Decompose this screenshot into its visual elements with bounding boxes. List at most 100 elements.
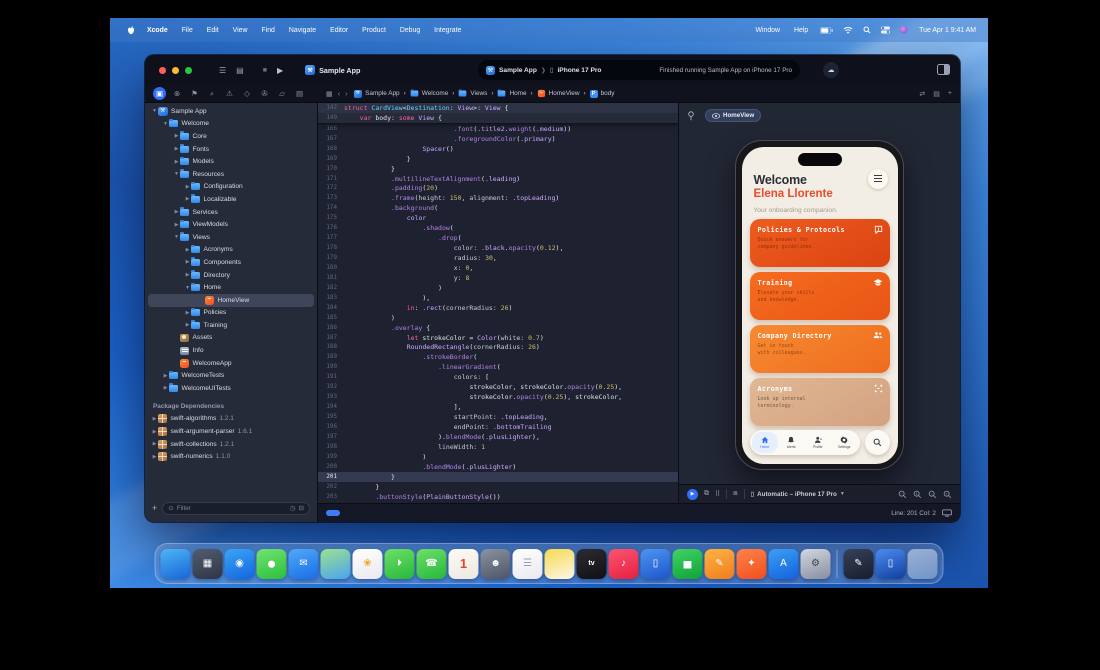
zoom-window-button[interactable] [185,66,192,74]
filter-input[interactable] [176,504,287,512]
related-items-icon[interactable]: ▦ [326,90,333,98]
preview-device-selector[interactable]: ▯ Automatic – iPhone 17 Pro ▼ [751,491,845,498]
tree-item-homeview[interactable]: ~ HomeView [148,293,314,307]
code-line-182[interactable]: 182) [318,283,678,293]
tree-item-home[interactable]: ▼ Home [145,281,317,294]
tab-item-home[interactable]: Home [751,431,778,453]
breadcrumb-item-body[interactable]: Pbody [589,89,614,98]
code-line-178[interactable]: 178 color: .black.opacity(0.12), [318,243,678,253]
recent-files-icon[interactable]: ◷ [290,504,296,512]
menu-item-file[interactable]: File [175,27,200,34]
add-file-button[interactable]: + [152,503,157,513]
code-line-194[interactable]: 194], [318,402,678,412]
scheme-selector[interactable]: ⚒ Sample App ❯ ▯ iPhone 17 Pro Finished … [478,60,800,80]
disclosure-closed-icon[interactable]: ▶ [151,416,158,422]
disclosure-closed-icon[interactable]: ▶ [173,209,180,215]
disclosure-closed-icon[interactable]: ▶ [184,272,191,278]
code-line-200[interactable]: 200 .blendMode(.plusLighter) [318,462,678,472]
variants-icon[interactable]: ⠿ [715,490,720,498]
search-tab-button[interactable] [864,429,890,455]
code-line-186[interactable]: 186 .overlay { [318,323,678,333]
dock-icon-app-store[interactable]: A [768,548,799,579]
breadcrumb-item-welcome[interactable]: Welcome [410,89,448,97]
disclosure-closed-icon[interactable]: ▶ [184,322,191,328]
disclosure-open-icon[interactable]: ▼ [151,108,158,114]
tree-item-views[interactable]: ▼ Views [145,231,317,244]
code-line-202[interactable]: 202} [318,482,678,492]
tree-item-acronyms[interactable]: ▶ Acronyms [145,244,317,257]
tree-item-models[interactable]: ▶ Models [145,155,317,168]
menu-item-find[interactable]: Find [254,27,281,34]
tree-item-sample-app[interactable]: ▼ ⚒ Sample App [145,105,317,118]
home-card-training[interactable]: Training Elevate your skills and knowledg… [749,271,890,320]
navigator-tab-tests[interactable]: ◇ [241,87,254,100]
breadcrumb-item-sample-app[interactable]: ⚒ Sample App [353,89,400,99]
dock-icon-calendar[interactable]: 1 [448,548,479,579]
device-settings-icon[interactable]: ⧈ [733,490,737,498]
dock-icon-tv[interactable]: tv [576,548,607,579]
dock-icon-notes[interactable] [544,548,575,579]
tab-item-alerts[interactable]: Alerts [778,432,805,453]
navigator-tab-find[interactable]: ⌕ [206,87,219,100]
tree-item-training[interactable]: ▶ Training [145,319,317,332]
dock-icon-contacts[interactable]: ☻ [480,548,511,579]
code-line-174[interactable]: 174 .background( [318,203,678,213]
disclosure-open-icon[interactable]: ▼ [184,285,191,291]
disclosure-closed-icon[interactable]: ▶ [151,454,158,460]
code-line-197[interactable]: 197).blendMode(.plusLighter), [318,432,678,442]
dock-icon-photos[interactable]: ❀ [352,548,383,579]
code-editor[interactable]: 142 struct CardView<Destination: View>: V… [318,103,678,503]
navigator-tab-reports[interactable]: ▤ [293,87,306,100]
disclosure-closed-icon[interactable]: ▶ [151,429,158,435]
tree-item-welcome[interactable]: ▼ Welcome [145,118,317,131]
disclosure-closed-icon[interactable]: ▶ [173,222,180,228]
code-line-168[interactable]: 168 Spacer() [318,144,678,154]
code-line-187[interactable]: 187 let strokeColor = Color(white: 0.7) [318,333,678,343]
menu-item-product[interactable]: Product [355,27,393,34]
apple-menu-icon[interactable] [127,25,135,35]
disclosure-closed-icon[interactable]: ▶ [162,373,169,379]
code-line-170[interactable]: 170} [318,164,678,174]
disclosure-closed-icon[interactable]: ▶ [184,310,191,316]
package-item-swift-argument-parser[interactable]: ▶ swift-argument-parser 1.6.1 [145,425,317,438]
code-line-188[interactable]: 188 RoundedRectangle(cornerRadius: 26) [318,343,678,353]
tree-item-components[interactable]: ▶ Components [145,256,317,269]
code-line-175[interactable]: 175 color [318,213,678,223]
disclosure-closed-icon[interactable]: ▶ [184,184,191,190]
run-button[interactable]: ▶ [277,66,283,75]
selectable-mode-icon[interactable]: ⧉ [704,490,709,498]
navigator-tab-bookmarks[interactable]: ⚑ [188,87,201,100]
pin-preview-icon[interactable] [687,111,695,121]
code-line-195[interactable]: 195 startPoint: .topLeading, [318,412,678,422]
tree-item-configuration[interactable]: ▶ Configuration [145,181,317,194]
code-line-199[interactable]: 199) [318,452,678,462]
zoom-in-button[interactable]: + [943,490,952,499]
add-editor-button[interactable]: ▤ [231,64,249,77]
code-line-203[interactable]: 203 .buttonStyle(PlainButtonStyle()) [318,492,678,502]
spotlight-icon[interactable] [863,26,871,34]
home-menu-button[interactable] [867,168,888,189]
dock-icon-launchpad[interactable]: ▦ [192,548,223,579]
tree-item-core[interactable]: ▶ Core [145,130,317,143]
code-line-173[interactable]: 173 .frame(height: 150, alignment: .topLe… [318,193,678,203]
dock-icon-mail[interactable]: ✉ [288,548,319,579]
disclosure-closed-icon[interactable]: ▶ [173,133,180,139]
disclosure-closed-icon[interactable]: ▶ [184,259,191,265]
dock-icon-messages[interactable]: ⬤ [256,548,287,579]
project-tab[interactable]: ⚒ Sample App [305,65,360,75]
dock-icon-phone[interactable]: ☎ [416,548,447,579]
home-card-acronyms[interactable]: Acronyms Look up internal terminology. [749,377,890,426]
home-card-policies-protocols[interactable]: Policies & Protocols Quick answers for co… [749,218,890,267]
code-line-201[interactable]: 201} [318,471,678,482]
disclosure-closed-icon[interactable]: ▶ [184,247,191,253]
code-line-193[interactable]: 193 strokeColor.opacity(0.25), strokeColo… [318,392,678,402]
code-line-185[interactable]: 185) [318,313,678,323]
preview-target-pill[interactable]: HomeView [705,109,762,122]
battery-icon[interactable] [820,26,833,34]
editor-options-icon[interactable]: ▤ [933,90,940,98]
menu-item-editor[interactable]: Editor [323,27,355,34]
dock-icon-keynote[interactable]: ✦ [736,548,767,579]
code-line-184[interactable]: 184 in: .rect(cornerRadius: 26) [318,303,678,313]
code-line-198[interactable]: 198 lineWidth: 1 [318,442,678,452]
code-line-169[interactable]: 169} [318,154,678,164]
